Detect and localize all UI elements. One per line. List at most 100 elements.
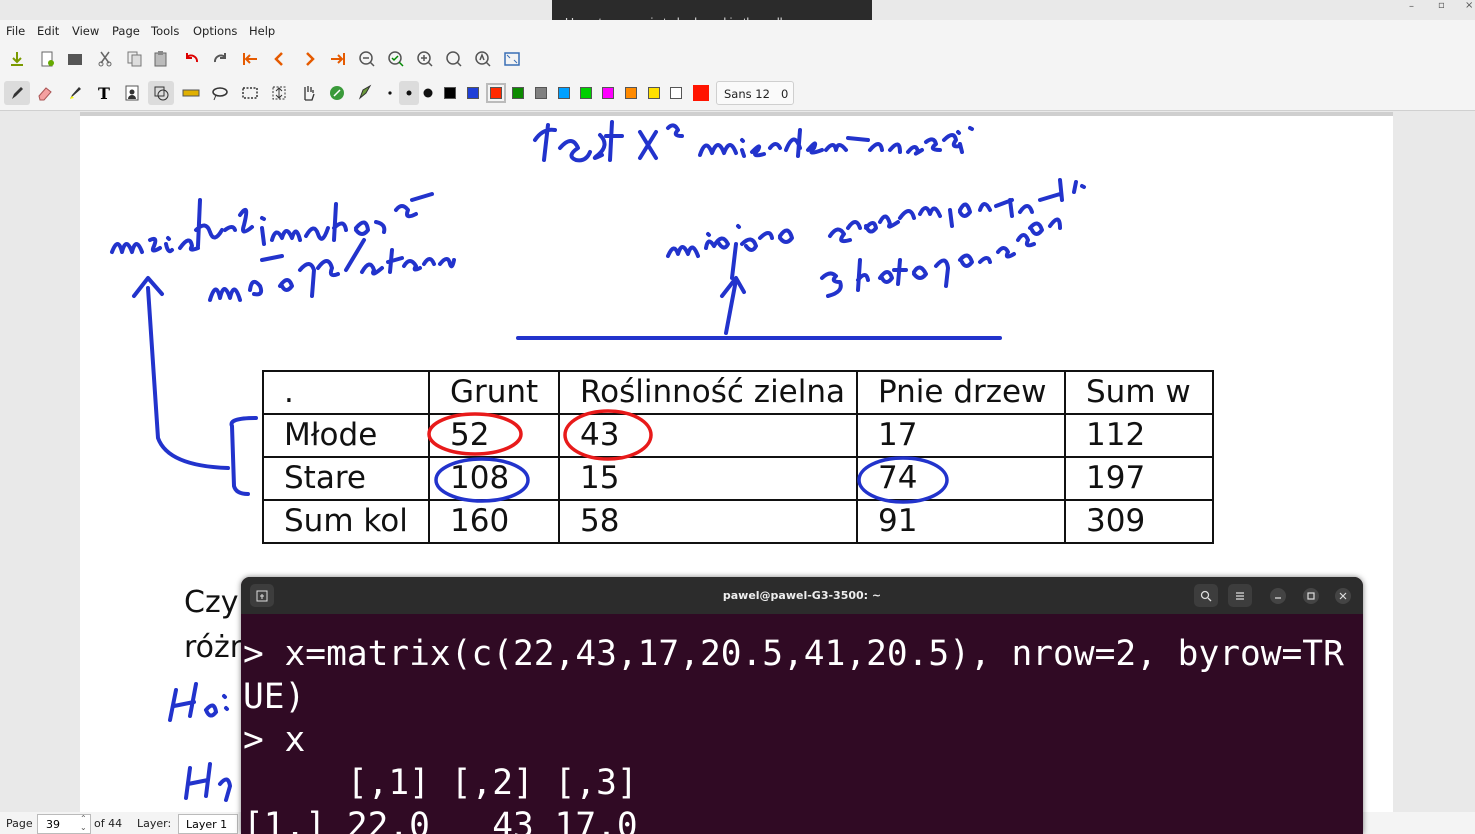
save-icon[interactable]: [7, 49, 27, 69]
last-page-icon[interactable]: [328, 49, 348, 69]
menu-edit[interactable]: Edit: [37, 24, 59, 38]
page-number-value: 39: [46, 818, 60, 831]
color-magenta[interactable]: [602, 87, 614, 99]
image-tool-icon[interactable]: [122, 83, 142, 103]
table-cell: 17: [856, 413, 1066, 458]
terminal-line: [1,] 22.0 43 17.0: [243, 806, 638, 834]
menu-help[interactable]: Help: [249, 24, 275, 38]
color-white[interactable]: [670, 87, 682, 99]
zoom-100-icon[interactable]: [444, 49, 464, 69]
hand-tool-icon[interactable]: [298, 83, 318, 103]
fill-tool-icon[interactable]: [355, 83, 375, 103]
terminal-line: UE): [243, 677, 306, 717]
page-number-spinner[interactable]: 39 ⌃ ⌄: [37, 814, 91, 834]
minimize-icon[interactable]: –: [1409, 1, 1414, 12]
table-row: Stare 108 15 74 197: [262, 456, 1214, 501]
default-tool-icon[interactable]: [327, 83, 347, 103]
menu-options[interactable]: Options: [193, 24, 237, 38]
page-count: of 44: [94, 817, 123, 830]
color-light-blue[interactable]: [558, 87, 570, 99]
menu-tools[interactable]: Tools: [151, 24, 179, 38]
text-tool-icon[interactable]: T: [94, 83, 114, 103]
spinner-arrows-icon[interactable]: ⌃ ⌄: [80, 814, 87, 832]
color-gray[interactable]: [535, 87, 547, 99]
previous-page-icon[interactable]: [270, 49, 290, 69]
paste-icon[interactable]: [151, 49, 171, 69]
font-name: Sans 12: [724, 87, 770, 101]
cut-icon[interactable]: [95, 49, 115, 69]
color-blue[interactable]: [467, 87, 479, 99]
ruler-icon[interactable]: [181, 83, 201, 103]
table-cell: 108: [428, 456, 560, 501]
table-cell: 74: [856, 456, 1066, 501]
terminal-titlebar[interactable]: pawel@pawel-G3-3500: ~: [241, 577, 1363, 614]
color-black[interactable]: [444, 87, 456, 99]
table-cell: Stare: [262, 456, 430, 501]
zoom-out-icon[interactable]: [357, 49, 377, 69]
table-cell: 52: [428, 413, 560, 458]
search-icon[interactable]: [1194, 584, 1218, 607]
copy-icon[interactable]: [124, 49, 144, 69]
table-cell: Roślinność zielna: [558, 370, 858, 415]
table-cell: 58: [558, 499, 858, 544]
terminal-output[interactable]: > x=matrix(c(22,43,17,20.5,41,20.5), nro…: [243, 633, 1344, 834]
next-page-icon[interactable]: [299, 49, 319, 69]
table-cell: 15: [558, 456, 858, 501]
page-top-edge: [80, 112, 1393, 116]
table-row: Młode 52 43 17 112: [262, 413, 1214, 458]
zoom-in-icon[interactable]: [415, 49, 435, 69]
medium-line-icon[interactable]: [399, 81, 419, 105]
menu-bar: File Edit View Page Tools Options Help: [0, 20, 1475, 42]
shape-recognizer-icon[interactable]: [148, 81, 174, 105]
terminal-line: [,1] [,2] [,3]: [243, 763, 638, 803]
zoom-fit-icon[interactable]: [386, 49, 406, 69]
main-toolbar: [0, 42, 1475, 76]
font-button[interactable]: Sans 12 0: [716, 81, 794, 105]
table-cell: 43: [558, 413, 858, 458]
lasso-select-icon[interactable]: [210, 83, 230, 103]
table-row: Sum kol 160 58 91 309: [262, 499, 1214, 544]
table-cell: .: [262, 370, 430, 415]
fullscreen-icon[interactable]: [502, 49, 522, 69]
new-document-icon[interactable]: [37, 49, 57, 69]
color-yellow[interactable]: [648, 87, 660, 99]
pen-tool-icon[interactable]: [4, 81, 30, 105]
table-cell: Pnie drzew: [856, 370, 1066, 415]
rect-select-icon[interactable]: [240, 83, 260, 103]
body-text-line-1: Czy: [184, 585, 239, 620]
highlighter-icon[interactable]: [65, 83, 85, 103]
first-page-icon[interactable]: [240, 49, 260, 69]
zoom-width-icon[interactable]: [473, 49, 493, 69]
color-green[interactable]: [512, 87, 524, 99]
layer-select[interactable]: Layer 1: [178, 814, 238, 834]
color-light-green[interactable]: [580, 87, 592, 99]
table-cell: 91: [856, 499, 1066, 544]
layer-label: Layer:: [137, 817, 172, 830]
redo-icon[interactable]: [210, 49, 230, 69]
terminal-line: > x: [243, 720, 306, 760]
terminal-window[interactable]: pawel@pawel-G3-3500: ~ > x=matrix(c(22,4…: [241, 577, 1363, 834]
contingency-table: . Grunt Roślinność zielna Pnie drzew Sum…: [262, 370, 1214, 544]
menu-page[interactable]: Page: [112, 24, 140, 38]
vertical-space-icon[interactable]: [269, 83, 289, 103]
color-red[interactable]: [486, 83, 506, 103]
eraser-icon[interactable]: [35, 83, 55, 103]
terminal-close-icon[interactable]: [1335, 588, 1351, 604]
thick-line-icon[interactable]: [418, 83, 438, 103]
menu-file[interactable]: File: [6, 24, 25, 38]
open-folder-icon[interactable]: [65, 49, 85, 69]
table-cell: 309: [1064, 499, 1214, 544]
thin-line-icon[interactable]: [380, 83, 400, 103]
restore-icon[interactable]: ▫: [1438, 0, 1445, 11]
body-text-line-2: różn: [184, 630, 249, 665]
hamburger-menu-icon[interactable]: [1228, 584, 1252, 607]
terminal-maximize-icon[interactable]: [1303, 588, 1319, 604]
color-orange[interactable]: [625, 87, 637, 99]
color-current[interactable]: [693, 85, 709, 101]
font-size: 0: [781, 87, 789, 101]
terminal-minimize-icon[interactable]: [1270, 588, 1286, 604]
undo-icon[interactable]: [182, 49, 202, 69]
menu-view[interactable]: View: [72, 24, 99, 38]
layer-value: Layer 1: [186, 818, 228, 831]
close-window-icon[interactable]: ×: [1465, 0, 1473, 11]
